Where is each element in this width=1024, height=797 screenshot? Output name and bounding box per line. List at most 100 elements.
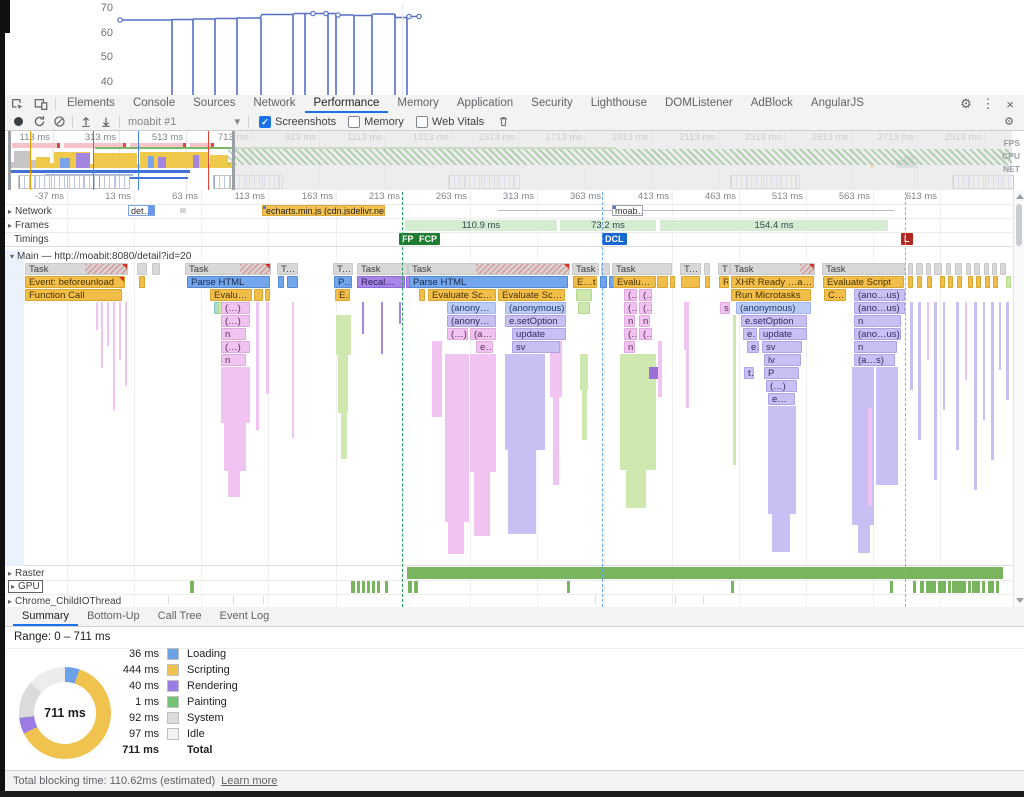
flame-event-bar[interactable]	[927, 276, 932, 288]
gpu-activity-bar[interactable]	[952, 581, 966, 593]
flame-stack-column[interactable]	[684, 302, 689, 350]
flame-stack-column[interactable]	[999, 302, 1001, 370]
flame-event-bar[interactable]: Task	[822, 263, 905, 275]
track-timings[interactable]: Timings	[14, 234, 49, 245]
flame-event-bar[interactable]	[287, 276, 298, 288]
timing-marker-badge[interactable]: L	[901, 233, 913, 245]
track-network[interactable]: ▸Network	[8, 206, 52, 217]
profile-select[interactable]: moabit #1 ▾	[124, 115, 244, 128]
flame-event-bar[interactable]: s…t	[720, 302, 730, 314]
timing-marker-badge[interactable]: FCP	[416, 233, 440, 245]
flame-event-bar[interactable]: Evaluate Script	[823, 276, 904, 288]
flame-event-bar[interactable]	[908, 276, 913, 288]
flame-event-bar[interactable]: e…n	[743, 328, 757, 340]
flame-event-bar[interactable]	[957, 276, 962, 288]
flame-event-bar[interactable]: n	[854, 315, 901, 327]
flame-stack-column[interactable]	[582, 390, 587, 440]
flame-event-bar[interactable]: (anonymous)	[736, 302, 811, 314]
flame-stack-column[interactable]	[658, 341, 662, 397]
flame-stack-column[interactable]	[733, 315, 736, 465]
flame-event-bar[interactable]	[916, 263, 923, 275]
flame-event-bar[interactable]: Co…pt	[824, 289, 846, 301]
flame-event-bar[interactable]	[974, 263, 980, 275]
frame-duration-band[interactable]: 73.2 ms	[559, 220, 657, 231]
flame-event-bar[interactable]	[705, 276, 710, 288]
flame-event-bar[interactable]: (a…s)	[854, 354, 895, 366]
flame-stack-column[interactable]	[772, 514, 790, 552]
flame-stack-column[interactable]	[508, 450, 536, 534]
flame-stack-column[interactable]	[292, 302, 294, 438]
flame-stack-column[interactable]	[974, 302, 977, 490]
flame-event-bar[interactable]: Task	[25, 263, 128, 275]
flame-event-bar[interactable]: Task	[357, 263, 408, 275]
flame-event-bar[interactable]	[976, 276, 981, 288]
details-tab[interactable]: Event Log	[211, 607, 279, 626]
details-tab[interactable]: Call Tree	[149, 607, 211, 626]
flame-event-bar[interactable]: Task	[572, 263, 599, 275]
reload-record-icon[interactable]	[30, 114, 48, 130]
flame-event-bar[interactable]: XHR Ready …ate Change	[731, 276, 814, 288]
flame-event-bar[interactable]	[993, 276, 998, 288]
device-toolbar-icon[interactable]	[29, 95, 53, 113]
flame-event-bar[interactable]	[984, 263, 989, 275]
flame-stack-column[interactable]	[918, 302, 921, 440]
flame-stack-column[interactable]	[868, 408, 872, 506]
gpu-activity-bar[interactable]	[926, 581, 936, 593]
flame-event-bar[interactable]: Event: beforeunload	[25, 276, 125, 288]
flame-event-bar[interactable]: (ano…us)	[854, 328, 901, 340]
devtools-tab[interactable]: Application	[448, 95, 522, 113]
frame-duration-band[interactable]: 154.4 ms	[659, 220, 889, 231]
flame-stack-column[interactable]	[266, 302, 269, 394]
main-track-header[interactable]: ▾Main — http://moabit:8080/detail?id=20	[10, 251, 191, 262]
flame-event-bar[interactable]: e.setOption	[505, 315, 566, 327]
scrollbar-thumb[interactable]	[1016, 204, 1022, 246]
flame-stack-column[interactable]	[341, 413, 347, 459]
flame-stack-column[interactable]	[125, 302, 127, 386]
flame-event-bar[interactable]: Function Call	[25, 289, 122, 301]
flame-event-bar[interactable]: (anonymous)	[505, 302, 566, 314]
gpu-activity-bar[interactable]	[731, 581, 734, 593]
flame-event-bar[interactable]: (…	[624, 302, 637, 314]
flame-event-bar[interactable]: (…	[624, 328, 637, 340]
scroll-down-icon[interactable]	[1016, 598, 1024, 603]
details-tab[interactable]: Bottom-Up	[78, 607, 149, 626]
track-raster[interactable]: ▸Raster	[8, 568, 44, 579]
network-request-bar[interactable]: det…	[128, 205, 155, 216]
flame-event-bar[interactable]	[968, 276, 973, 288]
flame-event-bar[interactable]	[704, 263, 710, 275]
window-resize-handle[interactable]	[8, 131, 11, 190]
gpu-activity-bar[interactable]	[913, 581, 916, 593]
flame-event-bar[interactable]: Evalu…ript	[613, 276, 656, 288]
devtools-tab[interactable]: Sources	[184, 95, 244, 113]
flame-event-bar[interactable]: (anonymous)	[447, 302, 496, 314]
devtools-tab[interactable]: Performance	[305, 95, 389, 113]
flame-event-bar[interactable]	[419, 289, 425, 301]
flame-event-bar[interactable]	[578, 302, 590, 314]
screenshot-thumbnail[interactable]	[18, 175, 130, 189]
garbage-collect-icon[interactable]	[494, 114, 512, 130]
flame-stack-column[interactable]	[338, 355, 348, 413]
flame-event-bar[interactable]: Evalu…ript	[210, 289, 252, 301]
flame-event-bar[interactable]: e.setOption	[741, 315, 807, 327]
flame-event-bar[interactable]: (anonymous)	[447, 315, 496, 327]
flame-event-bar[interactable]: t…	[744, 367, 754, 379]
flame-stack-column[interactable]	[256, 302, 259, 430]
flame-event-bar[interactable]: Pa…L	[334, 276, 352, 288]
flame-stack-column[interactable]	[991, 302, 994, 460]
flame-event-bar[interactable]: update	[759, 328, 807, 340]
flame-stack-column[interactable]	[445, 354, 469, 522]
flame-event-bar[interactable]: update	[512, 328, 566, 340]
raster-activity-bar[interactable]	[407, 567, 1003, 579]
gpu-activity-bar[interactable]	[938, 581, 946, 593]
flame-event-bar[interactable]: Task	[333, 263, 353, 275]
record-icon[interactable]	[14, 117, 23, 126]
devtools-tab[interactable]: Memory	[388, 95, 448, 113]
flame-event-bar[interactable]	[681, 276, 700, 288]
flame-event-bar[interactable]: Run Microtasks	[731, 289, 811, 301]
flame-event-bar[interactable]	[657, 276, 668, 288]
flame-event-bar[interactable]	[946, 263, 951, 275]
flame-event-bar[interactable]: Task	[185, 263, 271, 275]
flame-stack-column[interactable]	[876, 367, 898, 485]
devtools-tab[interactable]: Network	[244, 95, 304, 113]
window-resize-handle[interactable]	[232, 131, 235, 190]
